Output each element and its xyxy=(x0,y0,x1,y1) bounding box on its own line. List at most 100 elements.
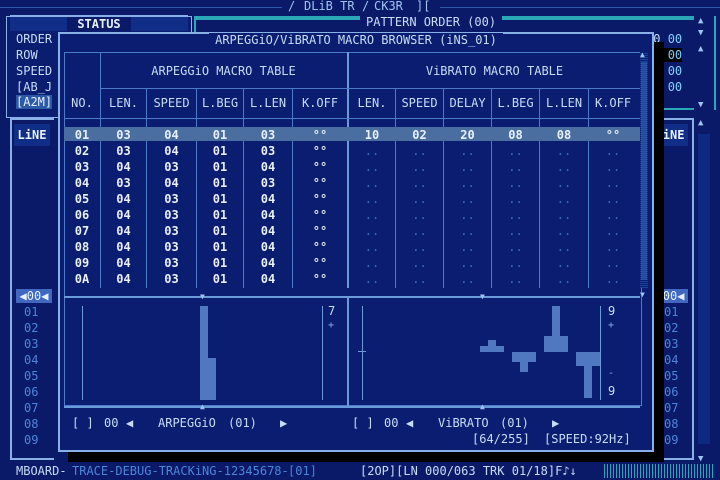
scroll-down-icon[interactable]: ▼ xyxy=(698,28,703,38)
left-line-num[interactable]: 09 xyxy=(24,433,38,447)
row-number-cell[interactable]: 02 xyxy=(64,144,100,158)
row-number-cell[interactable]: 0A xyxy=(64,272,100,286)
vib-cell[interactable]: .. xyxy=(396,240,443,254)
arp-cell[interactable]: 01 xyxy=(197,128,243,142)
arp-cell[interactable]: 03 xyxy=(244,144,292,158)
row-number-cell[interactable]: 04 xyxy=(64,176,100,190)
arp-cell[interactable]: 01 xyxy=(197,208,243,222)
vib-cell[interactable]: .. xyxy=(540,160,588,174)
vib-cell[interactable]: .. xyxy=(444,208,491,222)
vib-cell[interactable]: .. xyxy=(396,208,443,222)
left-line-num[interactable]: 08 xyxy=(24,417,38,431)
arp-cell[interactable]: 04 xyxy=(244,272,292,286)
vib-cell[interactable]: .. xyxy=(444,192,491,206)
vib-cell[interactable]: .. xyxy=(589,272,637,286)
scroll-up-icon[interactable]: ▲ xyxy=(698,118,703,128)
table-scroll-thumb[interactable] xyxy=(641,62,647,280)
arp-cell[interactable]: 03 xyxy=(101,128,146,142)
row-number-cell[interactable]: 01 xyxy=(64,128,100,142)
arp-footer-bracket[interactable]: [ ] xyxy=(72,416,94,430)
arp-cell[interactable]: 01 xyxy=(197,160,243,174)
vib-cell[interactable]: .. xyxy=(396,176,443,190)
vib-cell[interactable]: .. xyxy=(540,256,588,270)
row-number-cell[interactable]: 03 xyxy=(64,160,100,174)
right-line-num[interactable]: 09 xyxy=(664,433,678,447)
arp-cell[interactable]: 03 xyxy=(147,240,196,254)
vib-cell[interactable]: .. xyxy=(444,240,491,254)
vib-cell[interactable]: .. xyxy=(589,144,637,158)
arp-cell[interactable]: 01 xyxy=(197,192,243,206)
vib-cell[interactable]: .. xyxy=(396,144,443,158)
vib-cell[interactable]: .. xyxy=(589,160,637,174)
arp-cell[interactable]: 03 xyxy=(101,176,146,190)
vib-cell[interactable]: .. xyxy=(396,272,443,286)
arp-cell[interactable]: 01 xyxy=(197,176,243,190)
arp-cell[interactable]: 03 xyxy=(147,208,196,222)
arp-cell[interactable]: 04 xyxy=(244,192,292,206)
vib-cell[interactable]: .. xyxy=(396,224,443,238)
vib-cell[interactable]: .. xyxy=(444,144,491,158)
arp-cell[interactable]: 03 xyxy=(244,128,292,142)
vib-cell[interactable]: 10 xyxy=(349,128,395,142)
arp-cell[interactable]: °° xyxy=(293,208,347,222)
right-line-num[interactable]: 02 xyxy=(664,321,678,335)
arp-cell[interactable]: °° xyxy=(293,144,347,158)
left-line-num[interactable]: 03 xyxy=(24,337,38,351)
right-line-num[interactable]: 03 xyxy=(664,337,678,351)
arp-cell[interactable]: 01 xyxy=(197,224,243,238)
vib-cell[interactable]: .. xyxy=(540,176,588,190)
vib-cell[interactable]: .. xyxy=(349,256,395,270)
vib-cell[interactable]: .. xyxy=(589,240,637,254)
vib-cell[interactable]: .. xyxy=(492,272,539,286)
arp-cell[interactable]: 03 xyxy=(101,144,146,158)
vib-cell[interactable]: .. xyxy=(444,256,491,270)
vib-cell[interactable]: .. xyxy=(492,240,539,254)
row-number-cell[interactable]: 06 xyxy=(64,208,100,222)
left-line-num[interactable]: 06 xyxy=(24,385,38,399)
arp-cell[interactable]: 01 xyxy=(197,144,243,158)
left-line-num[interactable]: 04 xyxy=(24,353,38,367)
vib-cell[interactable]: .. xyxy=(349,272,395,286)
vib-cell[interactable]: .. xyxy=(540,192,588,206)
scroll-up-icon[interactable]: ▲ xyxy=(698,44,703,54)
vib-cell[interactable]: °° xyxy=(589,128,637,142)
vib-cell[interactable]: .. xyxy=(540,240,588,254)
vib-next-arrow-icon[interactable]: ▶ xyxy=(552,416,559,430)
arp-cell[interactable]: 04 xyxy=(147,176,196,190)
arp-cell[interactable]: 04 xyxy=(101,240,146,254)
scroll-up-icon[interactable]: ▲ xyxy=(698,16,703,26)
arp-cell[interactable]: 03 xyxy=(147,192,196,206)
vib-cell[interactable]: .. xyxy=(396,256,443,270)
right-line-num[interactable]: 06 xyxy=(664,385,678,399)
vib-cell[interactable]: .. xyxy=(444,272,491,286)
arp-cell[interactable]: 04 xyxy=(101,256,146,270)
vib-cell[interactable]: .. xyxy=(349,240,395,254)
right-line-num[interactable]: 04 xyxy=(664,353,678,367)
vib-cell[interactable]: .. xyxy=(492,176,539,190)
vib-cell[interactable]: .. xyxy=(349,224,395,238)
vib-cell[interactable]: .. xyxy=(492,208,539,222)
arp-cell[interactable]: °° xyxy=(293,256,347,270)
arp-next-arrow-icon[interactable]: ▶ xyxy=(280,416,287,430)
arp-cell[interactable]: 01 xyxy=(197,256,243,270)
arp-cell[interactable]: °° xyxy=(293,192,347,206)
arp-cell[interactable]: 01 xyxy=(197,240,243,254)
arp-cell[interactable]: 01 xyxy=(197,272,243,286)
vib-cell[interactable]: .. xyxy=(589,208,637,222)
arp-cell[interactable]: 04 xyxy=(244,240,292,254)
vib-cell[interactable]: .. xyxy=(492,256,539,270)
arp-cell[interactable]: 04 xyxy=(101,272,146,286)
vib-cell[interactable]: .. xyxy=(444,176,491,190)
arp-cell[interactable]: 03 xyxy=(244,176,292,190)
row-number-cell[interactable]: 08 xyxy=(64,240,100,254)
vib-cell[interactable]: .. xyxy=(492,192,539,206)
vib-cell[interactable]: .. xyxy=(349,192,395,206)
vib-cell[interactable]: .. xyxy=(444,224,491,238)
arp-cell[interactable]: 04 xyxy=(101,192,146,206)
right-line-num[interactable]: 08 xyxy=(664,417,678,431)
scroll-up-icon[interactable]: ▲ xyxy=(640,50,645,59)
left-line-num[interactable]: 02 xyxy=(24,321,38,335)
vib-prev-arrow-icon[interactable]: ◀ xyxy=(406,416,413,430)
arp-cell[interactable]: 04 xyxy=(244,160,292,174)
vib-cell[interactable]: .. xyxy=(589,192,637,206)
